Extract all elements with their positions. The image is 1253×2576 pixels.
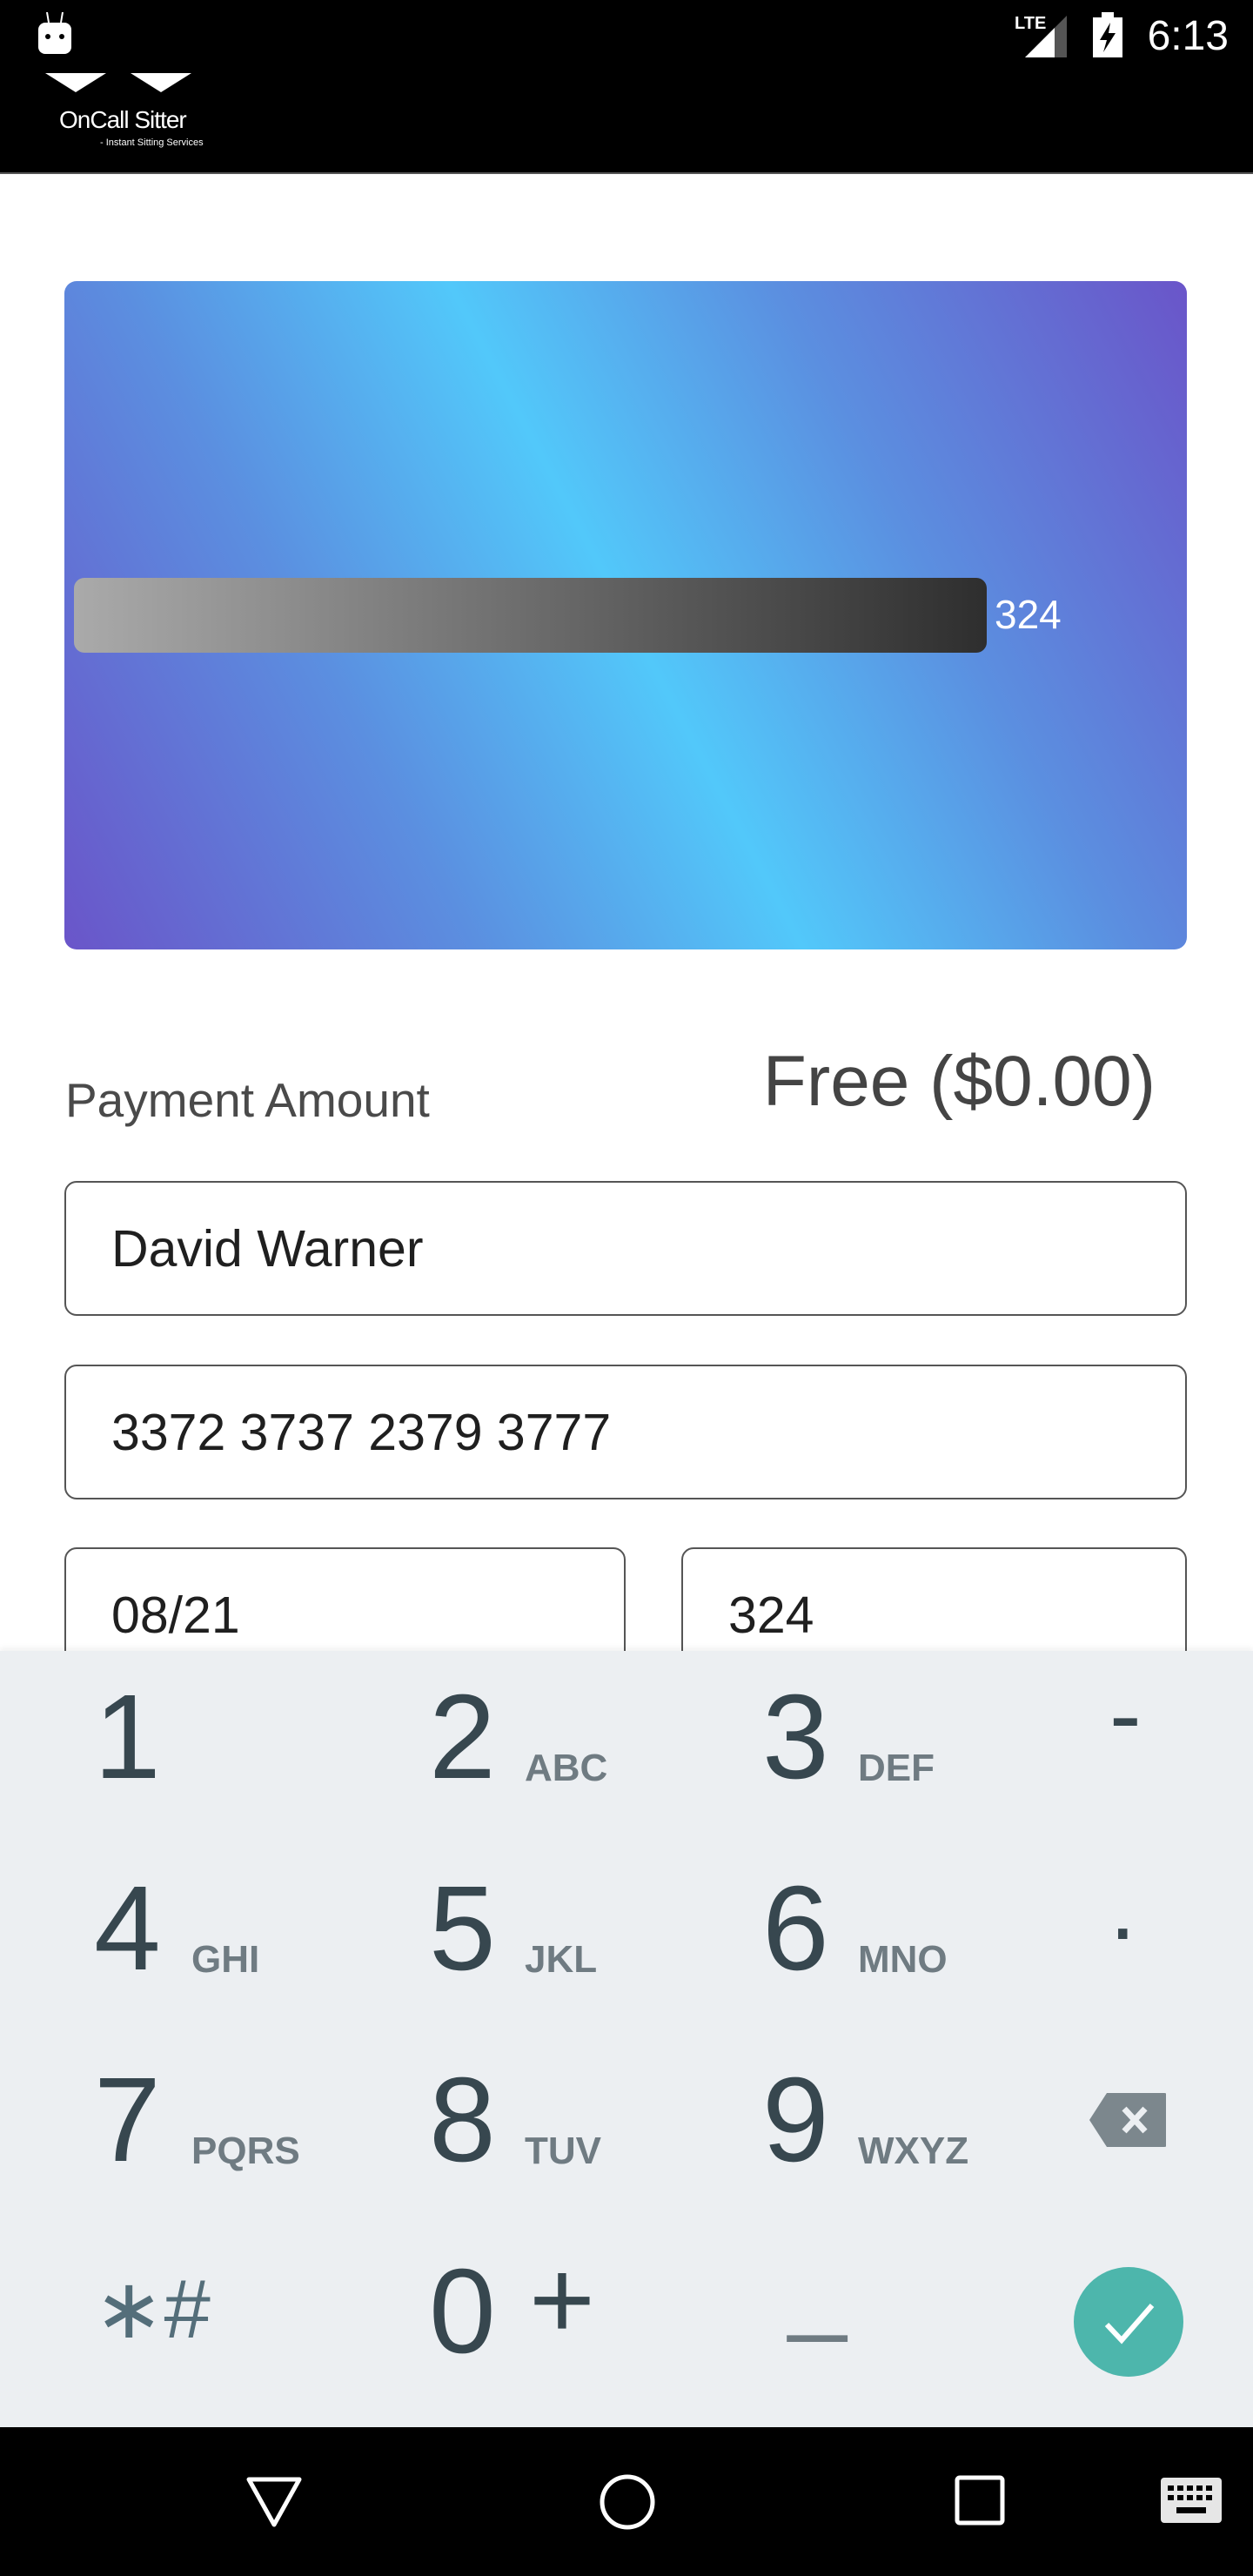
key-letters: JKL (525, 1938, 598, 1981)
payment-amount-label: Payment Amount (65, 1073, 430, 1127)
battery-charging-icon (1093, 12, 1122, 57)
key-letters: TUV (525, 2130, 601, 2172)
key-done[interactable] (1001, 2225, 1253, 2417)
backspace-icon (1089, 2093, 1166, 2147)
key-digit: 7 (94, 2053, 161, 2187)
numeric-keyboard: 1 2 ABC 3 DEF - 4 GHI 5 JKL 6 MNO . 7 PQRS 8 TU… (0, 1651, 1253, 2427)
key-period[interactable]: . (1001, 1842, 1253, 2034)
key-backspace[interactable] (1001, 2034, 1253, 2225)
key-digit: 1 (94, 1670, 161, 1804)
key-letters: DEF (858, 1747, 935, 1789)
key-letters: GHI (191, 1938, 260, 1981)
key-digit: 4 (94, 1862, 161, 1996)
key-1[interactable]: 1 (0, 1651, 313, 1842)
card-number-value: 3372 3737 2379 3777 (111, 1404, 612, 1461)
status-bar: LTE 6:13 (0, 0, 1253, 73)
key-3[interactable]: 3 DEF (667, 1651, 980, 1842)
key-5[interactable]: 5 JKL (333, 1842, 647, 2034)
app-bar: OnCall Sitter - Instant Sitting Services (0, 73, 1253, 174)
home-icon[interactable] (599, 2473, 656, 2531)
navigation-bar (0, 2427, 1253, 2576)
key-letters: MNO (858, 1938, 948, 1981)
key-digit: 6 (762, 1862, 829, 1996)
key-0[interactable]: 0 + (333, 2225, 647, 2417)
key-6[interactable]: 6 MNO (667, 1842, 980, 2034)
key-star-hash[interactable]: ∗# (0, 2225, 313, 2417)
logo-title: OnCall Sitter (59, 106, 187, 133)
checkmark-icon (1074, 2267, 1183, 2377)
recents-icon[interactable] (954, 2474, 1006, 2526)
key-digit: 3 (762, 1670, 829, 1804)
back-icon[interactable] (245, 2472, 303, 2530)
key-2[interactable]: 2 ABC (333, 1651, 647, 1842)
card-number-input[interactable]: 3372 3737 2379 3777 (64, 1365, 1187, 1499)
key-letters: PQRS (191, 2130, 300, 2172)
signal-icon (1025, 16, 1067, 57)
key-8[interactable]: 8 TUV (333, 2034, 647, 2225)
key-digit: 8 (429, 2053, 496, 2187)
payment-amount-value: Free ($0.00) (762, 1042, 1156, 1121)
key-minus[interactable]: - (1001, 1651, 1253, 1842)
key-digit: 5 (429, 1862, 496, 1996)
cardholder-name-value: David Warner (111, 1220, 424, 1278)
key-digit: _ (788, 2227, 847, 2344)
key-7[interactable]: 7 PQRS (0, 2034, 313, 2225)
key-digit: 9 (762, 2053, 829, 2187)
expiry-value: 08/21 (111, 1587, 240, 1644)
keyboard-icon[interactable] (1161, 2478, 1222, 2523)
key-plus: + (529, 2236, 595, 2363)
android-debug-icon (38, 12, 71, 54)
card-magnetic-strip (74, 578, 987, 653)
card-cvv: 324 (995, 592, 1062, 637)
key-digit: - (1109, 1661, 1142, 1768)
key-digit: 2 (429, 1670, 496, 1804)
key-9[interactable]: 9 WXYZ (667, 2034, 980, 2225)
clock: 6:13 (1147, 13, 1229, 59)
key-digit: . (1109, 1853, 1136, 1960)
card-preview: 324 (64, 281, 1187, 949)
key-letters: WXYZ (858, 2130, 969, 2172)
logo-icon (45, 73, 191, 92)
key-digit: 0 (429, 2244, 496, 2378)
cardholder-name-input[interactable]: David Warner (64, 1181, 1187, 1316)
logo-subtitle: - Instant Sitting Services (100, 138, 204, 148)
key-digit: ∗# (94, 2263, 211, 2356)
key-letters: ABC (525, 1747, 608, 1789)
key-4[interactable]: 4 GHI (0, 1842, 313, 2034)
cvv-value: 324 (728, 1587, 814, 1644)
key-space[interactable]: _ (667, 2225, 980, 2417)
